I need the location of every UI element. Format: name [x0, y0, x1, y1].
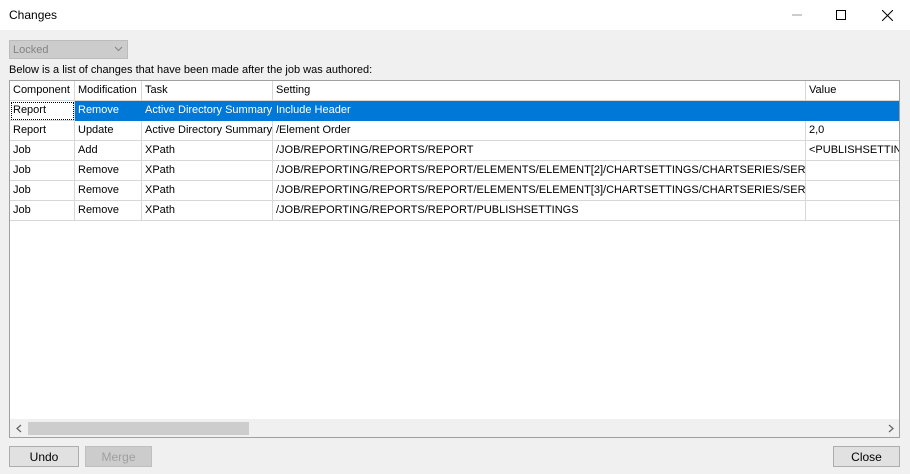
cell-value[interactable]	[806, 161, 899, 181]
cell-component[interactable]: Job	[10, 181, 75, 201]
table-row[interactable]: Report Update Active Directory Summary/Ele…	[10, 121, 899, 141]
cell-value[interactable]	[806, 101, 899, 121]
cell-component[interactable]: Job	[10, 161, 75, 181]
cell-component[interactable]: Job	[10, 141, 75, 161]
cell-setting[interactable]: Include Header	[273, 101, 806, 121]
column-header-value[interactable]: Value	[806, 81, 899, 101]
header-row: Component Modification Task Setting Value	[10, 81, 899, 101]
description-label: Below is a list of changes that have bee…	[9, 64, 373, 76]
cell-task[interactable]: XPath	[142, 181, 273, 201]
column-header-task[interactable]: Task	[142, 81, 273, 101]
cell-task[interactable]: XPath	[142, 161, 273, 181]
scroll-left-button[interactable]	[10, 420, 27, 437]
close-icon	[881, 9, 893, 21]
cell-modification[interactable]: Remove	[75, 201, 142, 221]
table-row[interactable]: Job Remove XPath/JOB/REPORTING/REPORTS/REP…	[10, 161, 899, 181]
table-row[interactable]: Job Remove XPath/JOB/REPORTING/REPORTS/REP…	[10, 201, 899, 221]
cell-value[interactable]	[806, 181, 899, 201]
column-header-setting[interactable]: Setting	[273, 81, 806, 101]
scroll-thumb[interactable]	[28, 422, 249, 435]
cell-setting[interactable]: /Element Order	[273, 121, 806, 141]
cell-value[interactable]: <PUBLISHSETTINGS	[806, 141, 899, 161]
scroll-right-button[interactable]	[882, 420, 899, 437]
cell-component[interactable]: Report	[10, 101, 75, 121]
cell-modification[interactable]: Remove	[75, 101, 142, 121]
table-row[interactable]: Job Add XPath/JOB/REPORTING/REPORTS/REPORT…	[10, 141, 899, 161]
cell-task[interactable]: XPath	[142, 141, 273, 161]
column-header-component[interactable]: Component	[10, 81, 75, 101]
cell-modification[interactable]: Add	[75, 141, 142, 161]
maximize-icon	[836, 10, 846, 20]
table-row[interactable]: Report Remove Active Directory Summary Incl…	[10, 101, 899, 121]
mode-dropdown[interactable]: Locked	[9, 40, 128, 59]
scroll-left-icon	[15, 424, 21, 433]
cell-setting[interactable]: /JOB/REPORTING/REPORTS/REPORT	[273, 141, 806, 161]
column-header-modification[interactable]: Modification	[75, 81, 142, 101]
maximize-button[interactable]	[818, 0, 864, 30]
scroll-right-icon	[888, 424, 894, 433]
undo-button[interactable]: Undo	[9, 446, 79, 467]
changes-grid[interactable]: Component Modification Task Setting Value Re…	[9, 80, 900, 438]
cell-modification[interactable]: Remove	[75, 181, 142, 201]
merge-button[interactable]: Merge	[85, 446, 152, 467]
cell-setting[interactable]: /JOB/REPORTING/REPORTS/REPORT/PUBLISHSET…	[273, 201, 806, 221]
window-title: Changes	[9, 8, 58, 22]
minimize-button[interactable]	[774, 0, 820, 30]
close-window-button[interactable]	[864, 0, 910, 30]
mode-dropdown-value: Locked	[13, 44, 49, 56]
cell-task[interactable]: Active Directory Summary	[142, 101, 273, 121]
cell-setting[interactable]: /JOB/REPORTING/REPORTS/REPORT/ELEMENTS/E…	[273, 161, 806, 181]
cell-modification[interactable]: Update	[75, 121, 142, 141]
cell-modification[interactable]: Remove	[75, 161, 142, 181]
chevron-down-icon	[114, 44, 123, 56]
cell-setting[interactable]: /JOB/REPORTING/REPORTS/REPORT/ELEMENTS/E…	[273, 181, 806, 201]
cell-value[interactable]: 2,0	[806, 121, 899, 141]
cell-task[interactable]: Active Directory Summary	[142, 121, 273, 141]
horizontal-scrollbar[interactable]	[10, 419, 899, 437]
title-bar: Changes	[0, 0, 910, 30]
cell-value[interactable]	[806, 201, 899, 221]
cell-component[interactable]: Job	[10, 201, 75, 221]
cell-task[interactable]: XPath	[142, 201, 273, 221]
close-button[interactable]: Close	[833, 446, 900, 467]
cell-component[interactable]: Report	[10, 121, 75, 141]
minimize-icon	[792, 14, 802, 16]
table-row[interactable]: Job Remove XPath/JOB/REPORTING/REPORTS/REP…	[10, 181, 899, 201]
